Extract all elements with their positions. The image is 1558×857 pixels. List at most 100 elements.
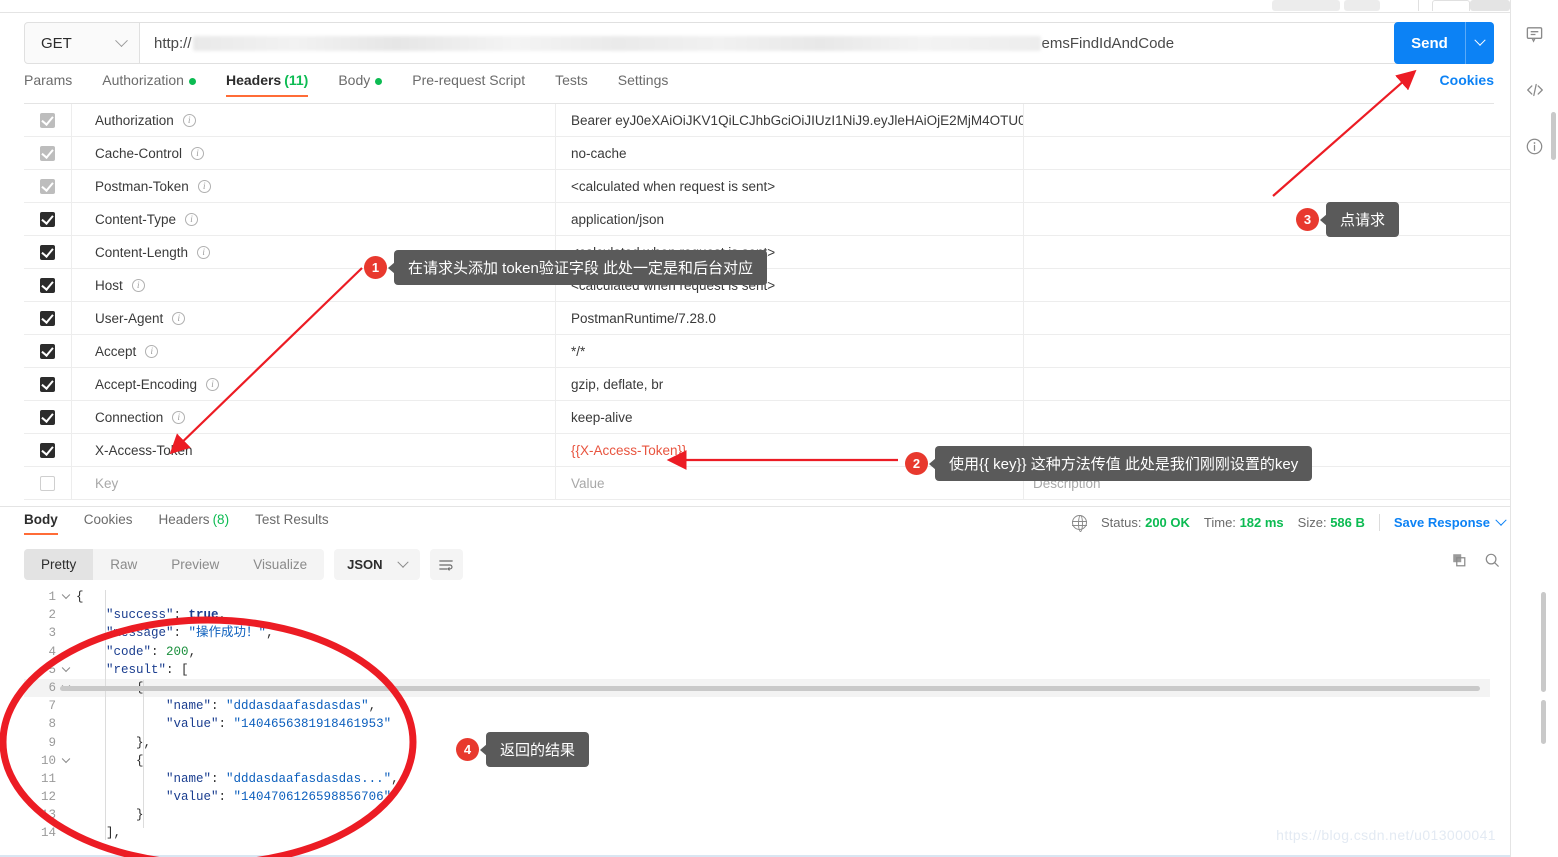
- copy-icon[interactable]: [1451, 552, 1467, 573]
- header-checkbox[interactable]: [40, 277, 55, 293]
- header-value-cell[interactable]: application/json: [556, 202, 1024, 236]
- table-row[interactable]: Authorization i Bearer eyJ0eXAiOiJKV1QiLCJ…: [24, 103, 1510, 137]
- header-checkbox[interactable]: [40, 475, 55, 491]
- header-key-cell[interactable]: Accept i: [72, 334, 556, 368]
- header-checkbox[interactable]: [40, 211, 55, 227]
- header-checkbox[interactable]: [40, 310, 55, 326]
- header-value-cell[interactable]: keep-alive: [556, 400, 1024, 434]
- save-response-button[interactable]: Save Response: [1394, 514, 1507, 530]
- new-header-key-input[interactable]: Key: [72, 466, 556, 500]
- header-description-cell[interactable]: [1024, 170, 1510, 203]
- header-checkbox[interactable]: [40, 343, 55, 359]
- info-icon[interactable]: i: [191, 146, 205, 160]
- http-method-select[interactable]: GET: [24, 22, 140, 64]
- top-strip-divider: [1418, 0, 1419, 11]
- info-icon[interactable]: i: [172, 410, 186, 424]
- format-tab-raw[interactable]: Raw: [93, 549, 154, 580]
- info-icon[interactable]: i: [172, 311, 186, 325]
- header-checkbox[interactable]: [40, 376, 55, 392]
- wrap-lines-button[interactable]: [429, 549, 463, 580]
- response-tab-test-results[interactable]: Test Results: [255, 512, 329, 535]
- header-checkbox[interactable]: [40, 112, 55, 128]
- table-row[interactable]: Accept-Encoding i gzip, deflate, br: [24, 367, 1510, 401]
- header-value-cell[interactable]: gzip, deflate, br: [556, 367, 1024, 401]
- header-enabled-cell: [24, 136, 72, 170]
- request-tab-headers[interactable]: Headers (11): [225, 72, 309, 97]
- language-select[interactable]: JSON: [334, 549, 420, 580]
- header-key-cell[interactable]: Cache-Control i: [72, 136, 556, 170]
- header-key-cell[interactable]: Accept-Encoding i: [72, 367, 556, 401]
- comment-icon[interactable]: [1523, 22, 1547, 46]
- header-value-cell[interactable]: <calculated when request is sent>: [556, 169, 1024, 203]
- format-tab-visualize[interactable]: Visualize: [236, 549, 324, 580]
- header-description-cell[interactable]: [1024, 302, 1510, 335]
- table-row[interactable]: Connection i keep-alive: [24, 400, 1510, 434]
- info-icon[interactable]: i: [145, 344, 159, 358]
- header-value-text: Bearer eyJ0eXAiOiJKV1QiLCJhbGciOiJIUzI1N…: [571, 112, 1024, 128]
- fold-toggle-icon[interactable]: [56, 754, 76, 764]
- table-row[interactable]: Content-Type i application/json: [24, 202, 1510, 236]
- request-tab-pre-request-script[interactable]: Pre-request Script: [412, 72, 525, 97]
- info-icon[interactable]: i: [206, 377, 220, 391]
- header-value-cell[interactable]: Bearer eyJ0eXAiOiJKV1QiLCJhbGciOiJIUzI1N…: [556, 103, 1024, 137]
- header-description-cell[interactable]: [1024, 203, 1510, 236]
- header-description-cell[interactable]: [1024, 368, 1510, 401]
- format-tab-preview[interactable]: Preview: [154, 549, 236, 580]
- info-icon[interactable]: i: [197, 179, 211, 193]
- header-description-cell[interactable]: [1024, 401, 1510, 434]
- table-row[interactable]: Postman-Token i <calculated when request i…: [24, 169, 1510, 203]
- request-tab-authorization[interactable]: Authorization: [102, 72, 196, 97]
- code-line: 3 "message": "操作成功！",: [24, 624, 1490, 642]
- request-tab-settings[interactable]: Settings: [618, 72, 669, 97]
- send-button[interactable]: Send: [1394, 22, 1494, 64]
- fold-toggle-icon[interactable]: [56, 590, 76, 600]
- header-key-cell[interactable]: Postman-Token i: [72, 169, 556, 203]
- top-strip-pill-2: [1344, 0, 1380, 11]
- header-key-cell[interactable]: Authorization i: [72, 103, 556, 137]
- send-options-chevron-icon[interactable]: [1466, 34, 1494, 47]
- cookies-link[interactable]: Cookies: [1440, 72, 1494, 88]
- code-vertical-scrollbar-thumb-2[interactable]: [1541, 700, 1546, 744]
- header-checkbox[interactable]: [40, 178, 55, 194]
- response-tab-body[interactable]: Body: [24, 512, 58, 535]
- header-description-cell[interactable]: [1024, 104, 1510, 137]
- code-horizontal-scrollbar[interactable]: [60, 686, 1480, 691]
- code-icon[interactable]: [1523, 78, 1547, 102]
- request-tab-tests[interactable]: Tests: [555, 72, 588, 97]
- info-icon[interactable]: i: [185, 212, 199, 226]
- header-description-cell[interactable]: [1024, 236, 1510, 269]
- request-tab-body[interactable]: Body: [338, 72, 383, 97]
- header-description-cell[interactable]: [1024, 269, 1510, 302]
- header-checkbox[interactable]: [40, 244, 55, 260]
- table-row[interactable]: Cache-Control i no-cache: [24, 136, 1510, 170]
- header-key-cell[interactable]: Connection i: [72, 400, 556, 434]
- header-description-cell[interactable]: [1024, 335, 1510, 368]
- code-vertical-scrollbar[interactable]: [1541, 592, 1546, 692]
- table-row[interactable]: Accept i */*: [24, 334, 1510, 368]
- header-description-cell[interactable]: [1024, 137, 1510, 170]
- format-tab-pretty[interactable]: Pretty: [24, 549, 94, 580]
- header-key-cell[interactable]: X-Access-Token: [72, 433, 556, 467]
- header-value-cell[interactable]: no-cache: [556, 136, 1024, 170]
- search-icon[interactable]: [1484, 552, 1500, 573]
- header-checkbox[interactable]: [40, 409, 55, 425]
- request-tab-params[interactable]: Params: [24, 72, 72, 97]
- header-checkbox[interactable]: [40, 145, 55, 161]
- header-checkbox[interactable]: [40, 442, 55, 458]
- header-key-cell[interactable]: Content-Type i: [72, 202, 556, 236]
- url-input[interactable]: http:// emsFindIdAndCode: [140, 22, 1494, 64]
- info-icon[interactable]: i: [182, 113, 196, 127]
- info-icon[interactable]: [1523, 134, 1547, 158]
- fold-toggle-icon[interactable]: [56, 663, 76, 673]
- table-row[interactable]: User-Agent i PostmanRuntime/7.28.0: [24, 301, 1510, 335]
- response-body-code[interactable]: 1{2 "success": true, 3 "message": "操作成功！"…: [24, 588, 1490, 844]
- header-key-cell[interactable]: User-Agent i: [72, 301, 556, 335]
- headers-scrollbar[interactable]: [1551, 112, 1556, 160]
- header-value-cell[interactable]: PostmanRuntime/7.28.0: [556, 301, 1024, 335]
- code-line-text: "value": "1404656381918461953": [166, 717, 392, 732]
- response-tab-headers[interactable]: Headers (8): [159, 512, 230, 535]
- info-icon[interactable]: i: [131, 278, 145, 292]
- response-tab-cookies[interactable]: Cookies: [84, 512, 133, 535]
- info-icon[interactable]: i: [197, 245, 211, 259]
- header-value-cell[interactable]: */*: [556, 334, 1024, 368]
